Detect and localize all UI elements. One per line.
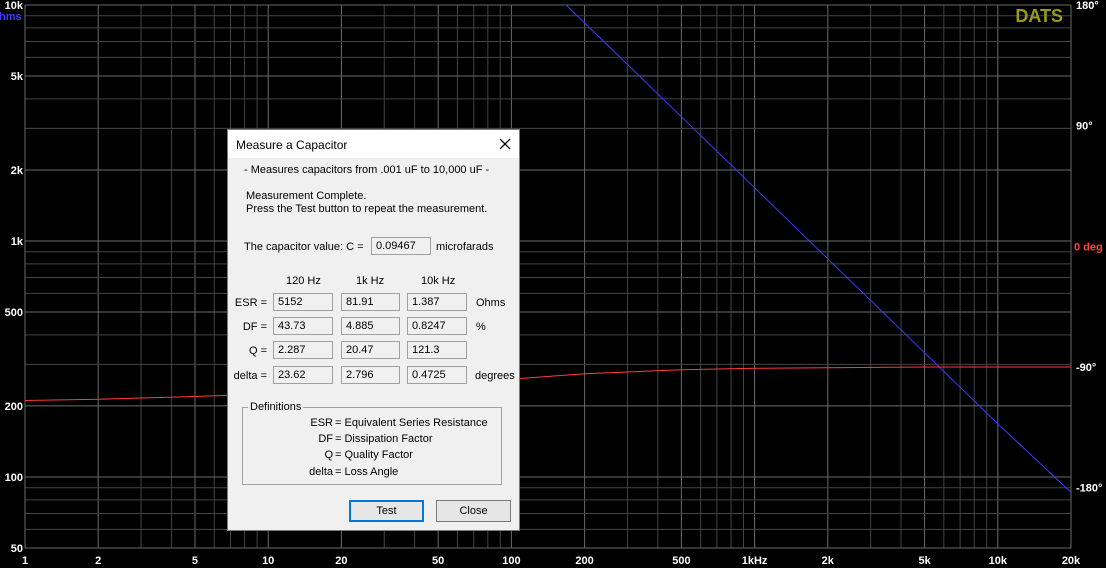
x-tick-label: 50 (432, 555, 444, 567)
plot-frame (24, 4, 1072, 549)
df-1khz-field[interactable]: 4.885 (341, 317, 400, 335)
test-button[interactable]: Test (349, 500, 424, 522)
definitions-title: Definitions (248, 401, 304, 413)
q-10khz-field[interactable]: 121.3 (407, 341, 467, 359)
def-delta-text: = Loss Angle (335, 466, 399, 478)
dialog-subtitle: - Measures capacitors from .001 uF to 10… (244, 164, 490, 176)
y2-zero-label: 0 deg (1074, 241, 1103, 253)
df-label: DF = (242, 321, 267, 333)
dialog-titlebar: Measure a Capacitor (228, 130, 519, 158)
x-tick-label: 10k (989, 555, 1008, 567)
x-tick-label: 10 (262, 555, 274, 567)
def-esr-key: ESR (310, 417, 333, 429)
def-esr-text: = Equivalent Series Resistance (335, 417, 488, 429)
x-tick-label: 1kHz (742, 555, 768, 567)
df-unit: % (476, 321, 486, 333)
col-header-1khz: 1k Hz (356, 275, 385, 287)
esr-unit: Ohms (476, 297, 506, 309)
col-header-10khz: 10k Hz (421, 275, 456, 287)
delta-unit: degrees (475, 370, 515, 382)
y-tick-label: 2k (11, 165, 24, 177)
x-tick-label: 5k (918, 555, 931, 567)
y-tick-label: 50 (11, 543, 23, 555)
x-tick-label: 200 (575, 555, 593, 567)
df-10khz-field[interactable]: 0.8247 (407, 317, 467, 335)
status-line-1: Measurement Complete. (246, 190, 367, 202)
impedance-plot: 1 2 5 10 20 50 100 200 500 1kHz 2k 5k 10k 20k10k5k2k1… (0, 0, 1103, 567)
y2-tick-label: -90° (1076, 362, 1096, 374)
y-tick-label: 200 (5, 401, 23, 413)
esr-10khz-field[interactable]: 1.387 (407, 293, 467, 311)
x-tick-label: 2 (95, 555, 101, 567)
q-label: Q = (248, 345, 267, 357)
y2-tick-label: 90° (1076, 121, 1093, 133)
q-120hz-field[interactable]: 2.287 (273, 341, 333, 359)
def-df-key: DF (318, 433, 333, 445)
x-tick-label: 20k (1062, 555, 1081, 567)
measure-capacitor-dialog: Measure a Capacitor - Measures capacitor… (227, 129, 520, 531)
q-1khz-field[interactable]: 20.47 (341, 341, 400, 359)
y-axis-label: hms (0, 11, 22, 23)
close-button[interactable]: Close (436, 500, 511, 522)
capacitor-unit: microfarads (436, 241, 494, 253)
magnitude-trace (565, 5, 1071, 493)
def-q-text: = Quality Factor (335, 449, 413, 461)
y2-tick-label: -180° (1076, 483, 1102, 495)
delta-10khz-field[interactable]: 0.4725 (407, 366, 467, 384)
x-tick-label: 100 (502, 555, 520, 567)
y-tick-label: 500 (5, 307, 23, 319)
x-tick-label: 20 (335, 555, 347, 567)
esr-label: ESR = (234, 297, 267, 309)
x-tick-label: 2k (822, 555, 835, 567)
y-tick-label: 1k (11, 236, 24, 248)
esr-120hz-field[interactable]: 5152 (273, 293, 333, 311)
delta-120hz-field[interactable]: 23.62 (273, 366, 333, 384)
def-df-text: = Dissipation Factor (335, 433, 433, 445)
dats-watermark: DATS (1015, 6, 1063, 26)
x-tick-label: 500 (672, 555, 690, 567)
def-delta-key: delta (309, 466, 333, 478)
df-120hz-field[interactable]: 43.73 (273, 317, 333, 335)
delta-1khz-field[interactable]: 2.796 (341, 366, 400, 384)
capacitor-value-field[interactable]: 0.09467 (371, 237, 431, 255)
delta-label: delta = (233, 370, 267, 382)
capacitor-value-label: The capacitor value: C = (244, 241, 364, 253)
x-tick-label: 1 (22, 555, 28, 567)
y-tick-label: 100 (5, 472, 23, 484)
y2-tick-label: 180° (1076, 0, 1099, 12)
y-tick-label: 5k (11, 71, 24, 83)
col-header-120hz: 120 Hz (286, 275, 321, 287)
phase-trace (25, 366, 1071, 401)
x-tick-label: 5 (192, 555, 198, 567)
dialog-title: Measure a Capacitor (236, 138, 348, 152)
status-line-2: Press the Test button to repeat the meas… (246, 203, 488, 215)
esr-1khz-field[interactable]: 81.91 (341, 293, 400, 311)
close-icon[interactable] (497, 136, 513, 152)
def-q-key: Q (324, 449, 333, 461)
